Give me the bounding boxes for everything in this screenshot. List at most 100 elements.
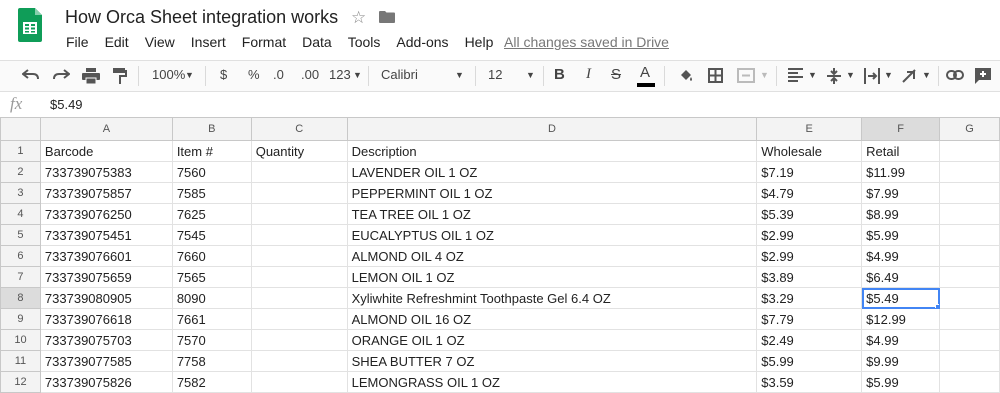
cell-b4[interactable]: 7625 bbox=[171, 203, 252, 225]
cell-b11[interactable]: 7758 bbox=[171, 350, 252, 372]
cell-d12[interactable]: LEMONGRASS OIL 1 OZ bbox=[346, 371, 758, 393]
cell-c10[interactable] bbox=[250, 329, 348, 351]
merge-cells-icon[interactable] bbox=[737, 68, 755, 83]
font-family-select[interactable]: Calibri bbox=[381, 67, 418, 82]
undo-icon[interactable] bbox=[22, 68, 40, 82]
cell-d4[interactable]: TEA TREE OIL 1 OZ bbox=[346, 203, 758, 225]
cell-f8[interactable]: $5.49 bbox=[861, 287, 941, 309]
sheets-logo-icon[interactable] bbox=[18, 8, 42, 42]
cell-e4[interactable]: $5.39 bbox=[756, 203, 863, 225]
cell-a12[interactable]: 733739075826 bbox=[39, 371, 173, 393]
cell-c7[interactable] bbox=[250, 266, 348, 288]
paint-format-icon[interactable] bbox=[112, 68, 128, 84]
cell-d3[interactable]: PEPPERMINT OIL 1 OZ bbox=[346, 182, 758, 204]
cell-a5[interactable]: 733739075451 bbox=[39, 224, 173, 246]
print-icon[interactable] bbox=[82, 68, 100, 84]
row-header[interactable]: 5 bbox=[0, 224, 41, 246]
cell-b3[interactable]: 7585 bbox=[171, 182, 252, 204]
cell-g3[interactable] bbox=[939, 182, 1000, 204]
cell-d1[interactable]: Description bbox=[346, 140, 758, 162]
column-header-f[interactable]: F bbox=[861, 117, 941, 141]
column-header-a[interactable]: A bbox=[39, 117, 173, 141]
cell-a11[interactable]: 733739077585 bbox=[39, 350, 173, 372]
cell-g11[interactable] bbox=[939, 350, 1000, 372]
increase-decimal-button[interactable]: .00 bbox=[301, 67, 319, 82]
column-header-g[interactable]: G bbox=[939, 117, 1000, 141]
bold-button[interactable]: B bbox=[554, 66, 565, 83]
cell-g2[interactable] bbox=[939, 161, 1000, 183]
row-header[interactable]: 9 bbox=[0, 308, 41, 330]
column-header-c[interactable]: C bbox=[250, 117, 348, 141]
column-header-b[interactable]: B bbox=[171, 117, 252, 141]
decrease-decimal-button[interactable]: .0 bbox=[273, 67, 284, 82]
cell-e8[interactable]: $3.29 bbox=[756, 287, 863, 309]
cell-a4[interactable]: 733739076250 bbox=[39, 203, 173, 225]
merge-dropdown-icon[interactable]: ▼ bbox=[760, 70, 769, 80]
cell-a1[interactable]: Barcode bbox=[39, 140, 173, 162]
cell-c6[interactable] bbox=[250, 245, 348, 267]
cell-f6[interactable]: $4.99 bbox=[861, 245, 941, 267]
redo-icon[interactable] bbox=[52, 68, 70, 82]
cell-f12[interactable]: $5.99 bbox=[861, 371, 941, 393]
cell-d9[interactable]: ALMOND OIL 16 OZ bbox=[346, 308, 758, 330]
row-header[interactable]: 7 bbox=[0, 266, 41, 288]
cell-d10[interactable]: ORANGE OIL 1 OZ bbox=[346, 329, 758, 351]
row-header[interactable]: 3 bbox=[0, 182, 41, 204]
cell-d6[interactable]: ALMOND OIL 4 OZ bbox=[346, 245, 758, 267]
cell-c1[interactable]: Quantity bbox=[250, 140, 348, 162]
insert-comment-icon[interactable] bbox=[975, 68, 991, 84]
cell-f1[interactable]: Retail bbox=[861, 140, 941, 162]
save-status-link[interactable]: All changes saved in Drive bbox=[504, 34, 669, 50]
rotation-dropdown-icon[interactable]: ▼ bbox=[922, 70, 931, 80]
cell-g5[interactable] bbox=[939, 224, 1000, 246]
cell-a6[interactable]: 733739076601 bbox=[39, 245, 173, 267]
row-header[interactable]: 11 bbox=[0, 350, 41, 372]
cell-a10[interactable]: 733739075703 bbox=[39, 329, 173, 351]
row-header[interactable]: 6 bbox=[0, 245, 41, 267]
menu-format[interactable]: Format bbox=[242, 34, 286, 50]
cell-b1[interactable]: Item # bbox=[171, 140, 252, 162]
text-color-button[interactable]: A bbox=[640, 64, 650, 81]
cell-e2[interactable]: $7.19 bbox=[756, 161, 863, 183]
italic-button[interactable]: I bbox=[586, 66, 591, 83]
row-header[interactable]: 4 bbox=[0, 203, 41, 225]
column-header-e[interactable]: E bbox=[756, 117, 863, 141]
cell-d5[interactable]: EUCALYPTUS OIL 1 OZ bbox=[346, 224, 758, 246]
cell-g10[interactable] bbox=[939, 329, 1000, 351]
cell-g9[interactable] bbox=[939, 308, 1000, 330]
cell-g1[interactable] bbox=[939, 140, 1000, 162]
document-title[interactable]: How Orca Sheet integration works bbox=[65, 7, 338, 28]
more-formats-button[interactable]: 123 bbox=[329, 67, 351, 82]
cell-d7[interactable]: LEMON OIL 1 OZ bbox=[346, 266, 758, 288]
cell-a8[interactable]: 733739080905 bbox=[39, 287, 173, 309]
percent-button[interactable]: % bbox=[248, 67, 260, 82]
fill-handle[interactable] bbox=[935, 304, 939, 308]
menu-view[interactable]: View bbox=[145, 34, 175, 50]
star-icon[interactable]: ☆ bbox=[351, 8, 366, 28]
cell-c11[interactable] bbox=[250, 350, 348, 372]
cell-g4[interactable] bbox=[939, 203, 1000, 225]
horizontal-align-icon[interactable] bbox=[788, 68, 803, 82]
menu-file[interactable]: File bbox=[66, 34, 89, 50]
zoom-select[interactable]: 100% bbox=[152, 67, 185, 82]
cell-d8[interactable]: Xyliwhite Refreshmint Toothpaste Gel 6.4… bbox=[346, 287, 758, 309]
text-rotation-icon[interactable] bbox=[901, 68, 919, 84]
borders-icon[interactable] bbox=[708, 68, 723, 83]
menu-edit[interactable]: Edit bbox=[105, 34, 129, 50]
cell-b7[interactable]: 7565 bbox=[171, 266, 252, 288]
cell-c3[interactable] bbox=[250, 182, 348, 204]
cell-b9[interactable]: 7661 bbox=[171, 308, 252, 330]
cell-c5[interactable] bbox=[250, 224, 348, 246]
cell-e3[interactable]: $4.79 bbox=[756, 182, 863, 204]
menu-help[interactable]: Help bbox=[465, 34, 494, 50]
font-dropdown-icon[interactable]: ▼ bbox=[455, 70, 464, 80]
cell-f10[interactable]: $4.99 bbox=[861, 329, 941, 351]
cell-c12[interactable] bbox=[250, 371, 348, 393]
cell-b6[interactable]: 7660 bbox=[171, 245, 252, 267]
cell-b2[interactable]: 7560 bbox=[171, 161, 252, 183]
cell-e10[interactable]: $2.49 bbox=[756, 329, 863, 351]
cell-b12[interactable]: 7582 bbox=[171, 371, 252, 393]
cell-d2[interactable]: LAVENDER OIL 1 OZ bbox=[346, 161, 758, 183]
cell-f5[interactable]: $5.99 bbox=[861, 224, 941, 246]
menu-data[interactable]: Data bbox=[302, 34, 332, 50]
